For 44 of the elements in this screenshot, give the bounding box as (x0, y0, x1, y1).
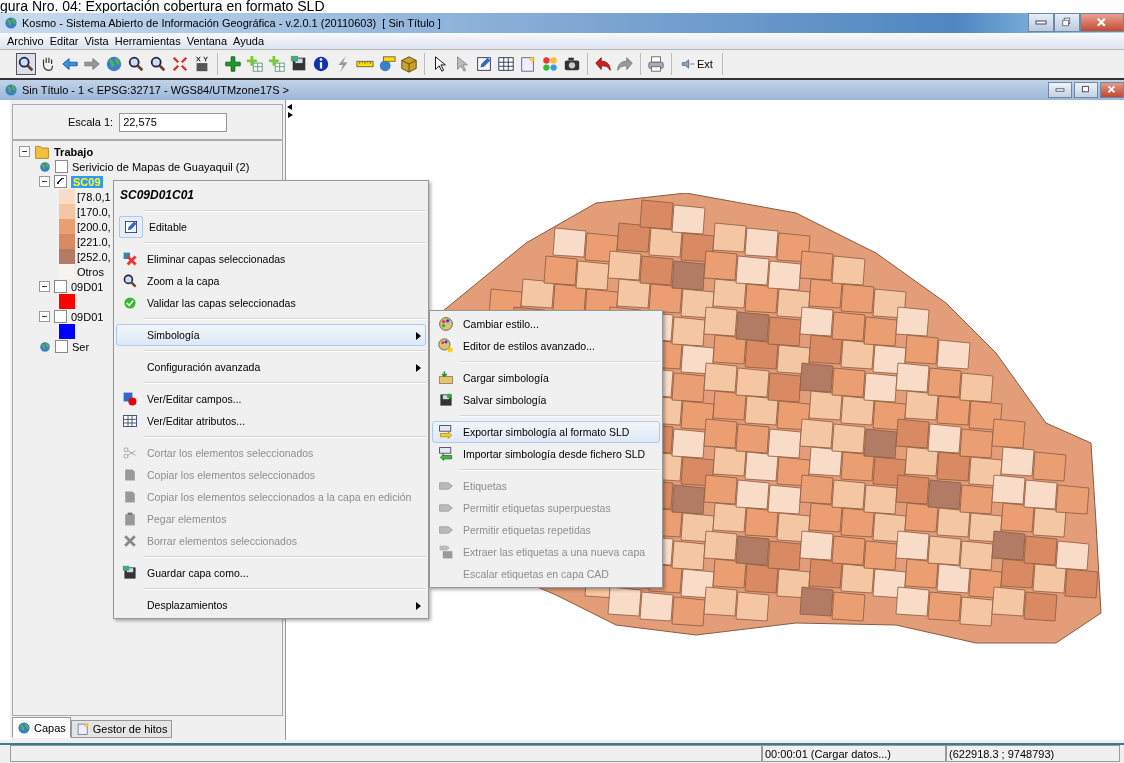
menu-item[interactable]: Ver/Editar campos... (116, 388, 427, 410)
menu-item[interactable]: Cambiar estilo... (432, 313, 661, 335)
ext-button[interactable]: Ext (677, 53, 717, 75)
menu-item[interactable]: Vista (81, 35, 112, 47)
legend-label: Otros (77, 265, 104, 278)
frame-title: Sin Título - 1 < EPSG:32717 - WGS84/UTMzone17S > (22, 84, 290, 96)
window-title: Kosmo - Sistema Abierto de Información Geográfica - v.2.0.1 (20110603) [ Sin Título ] (22, 17, 442, 29)
menu-item[interactable]: Eliminar capas seleccionadas (116, 248, 427, 270)
menu-item[interactable]: Editor de estilos avanzado... (432, 335, 661, 357)
menu-item[interactable]: Zoom a la capa (116, 270, 427, 292)
menu-item[interactable]: Configuración avanzada (116, 356, 427, 378)
menu-item[interactable]: Desplazamientos (116, 594, 427, 616)
menu-item[interactable]: Guardar capa como... (116, 562, 427, 584)
status-coordinates: (622918.3 ; 9748793) (946, 745, 1120, 762)
menu-item[interactable]: Salvar simbología (432, 389, 661, 411)
menu-item[interactable]: Editable (116, 216, 427, 238)
legend-label: [78.0,1 (77, 190, 111, 203)
legend-label: [221.0, (77, 235, 111, 248)
panel-tab[interactable]: Capas (12, 717, 71, 738)
menu-item[interactable]: Simbología (116, 324, 427, 346)
menu-item[interactable]: Archivo (4, 35, 47, 47)
menu-header: SC09D01C01 (119, 186, 196, 204)
layer-label[interactable]: 09D01 (71, 310, 104, 323)
layer-label[interactable]: Trabajo (54, 145, 94, 158)
menu-item[interactable]: Exportar simbología al formato SLD (432, 421, 661, 443)
scale-field[interactable]: 22,575 (119, 112, 228, 132)
figure-caption: gura Nro. 04: Exportación cobertura en formato SLD (0, 0, 1124, 13)
layer-label[interactable]: 09D01 (71, 280, 104, 293)
layer-label[interactable]: Ser (72, 340, 90, 353)
menu-item[interactable]: Cargar simbología (432, 367, 661, 389)
menu-item[interactable]: Herramientas (111, 35, 184, 47)
menu-item[interactable]: Ayuda (230, 35, 268, 47)
status-timer: 00:00:01 (Cargar datos...) (762, 745, 946, 762)
legend-label: [252.0, (77, 250, 111, 263)
legend-label: [200.0, (77, 220, 111, 233)
menu-item[interactable]: Validar las capas seleccionadas (116, 292, 427, 314)
legend-label: [170.0, (77, 205, 111, 218)
menu-item[interactable]: Importar simbología desde fichero SLD (432, 443, 661, 465)
menu-item[interactable]: Editar (46, 35, 82, 47)
menu-item[interactable]: Ventana (183, 35, 231, 47)
menu-item[interactable]: Ver/Editar atributos... (116, 410, 427, 432)
scale-label: Escala 1: (67, 116, 114, 128)
panel-tab[interactable]: Gestor de hitos (70, 720, 173, 738)
layer-label[interactable]: Serivicio de Mapas de Guayaquil (2) (72, 160, 250, 173)
